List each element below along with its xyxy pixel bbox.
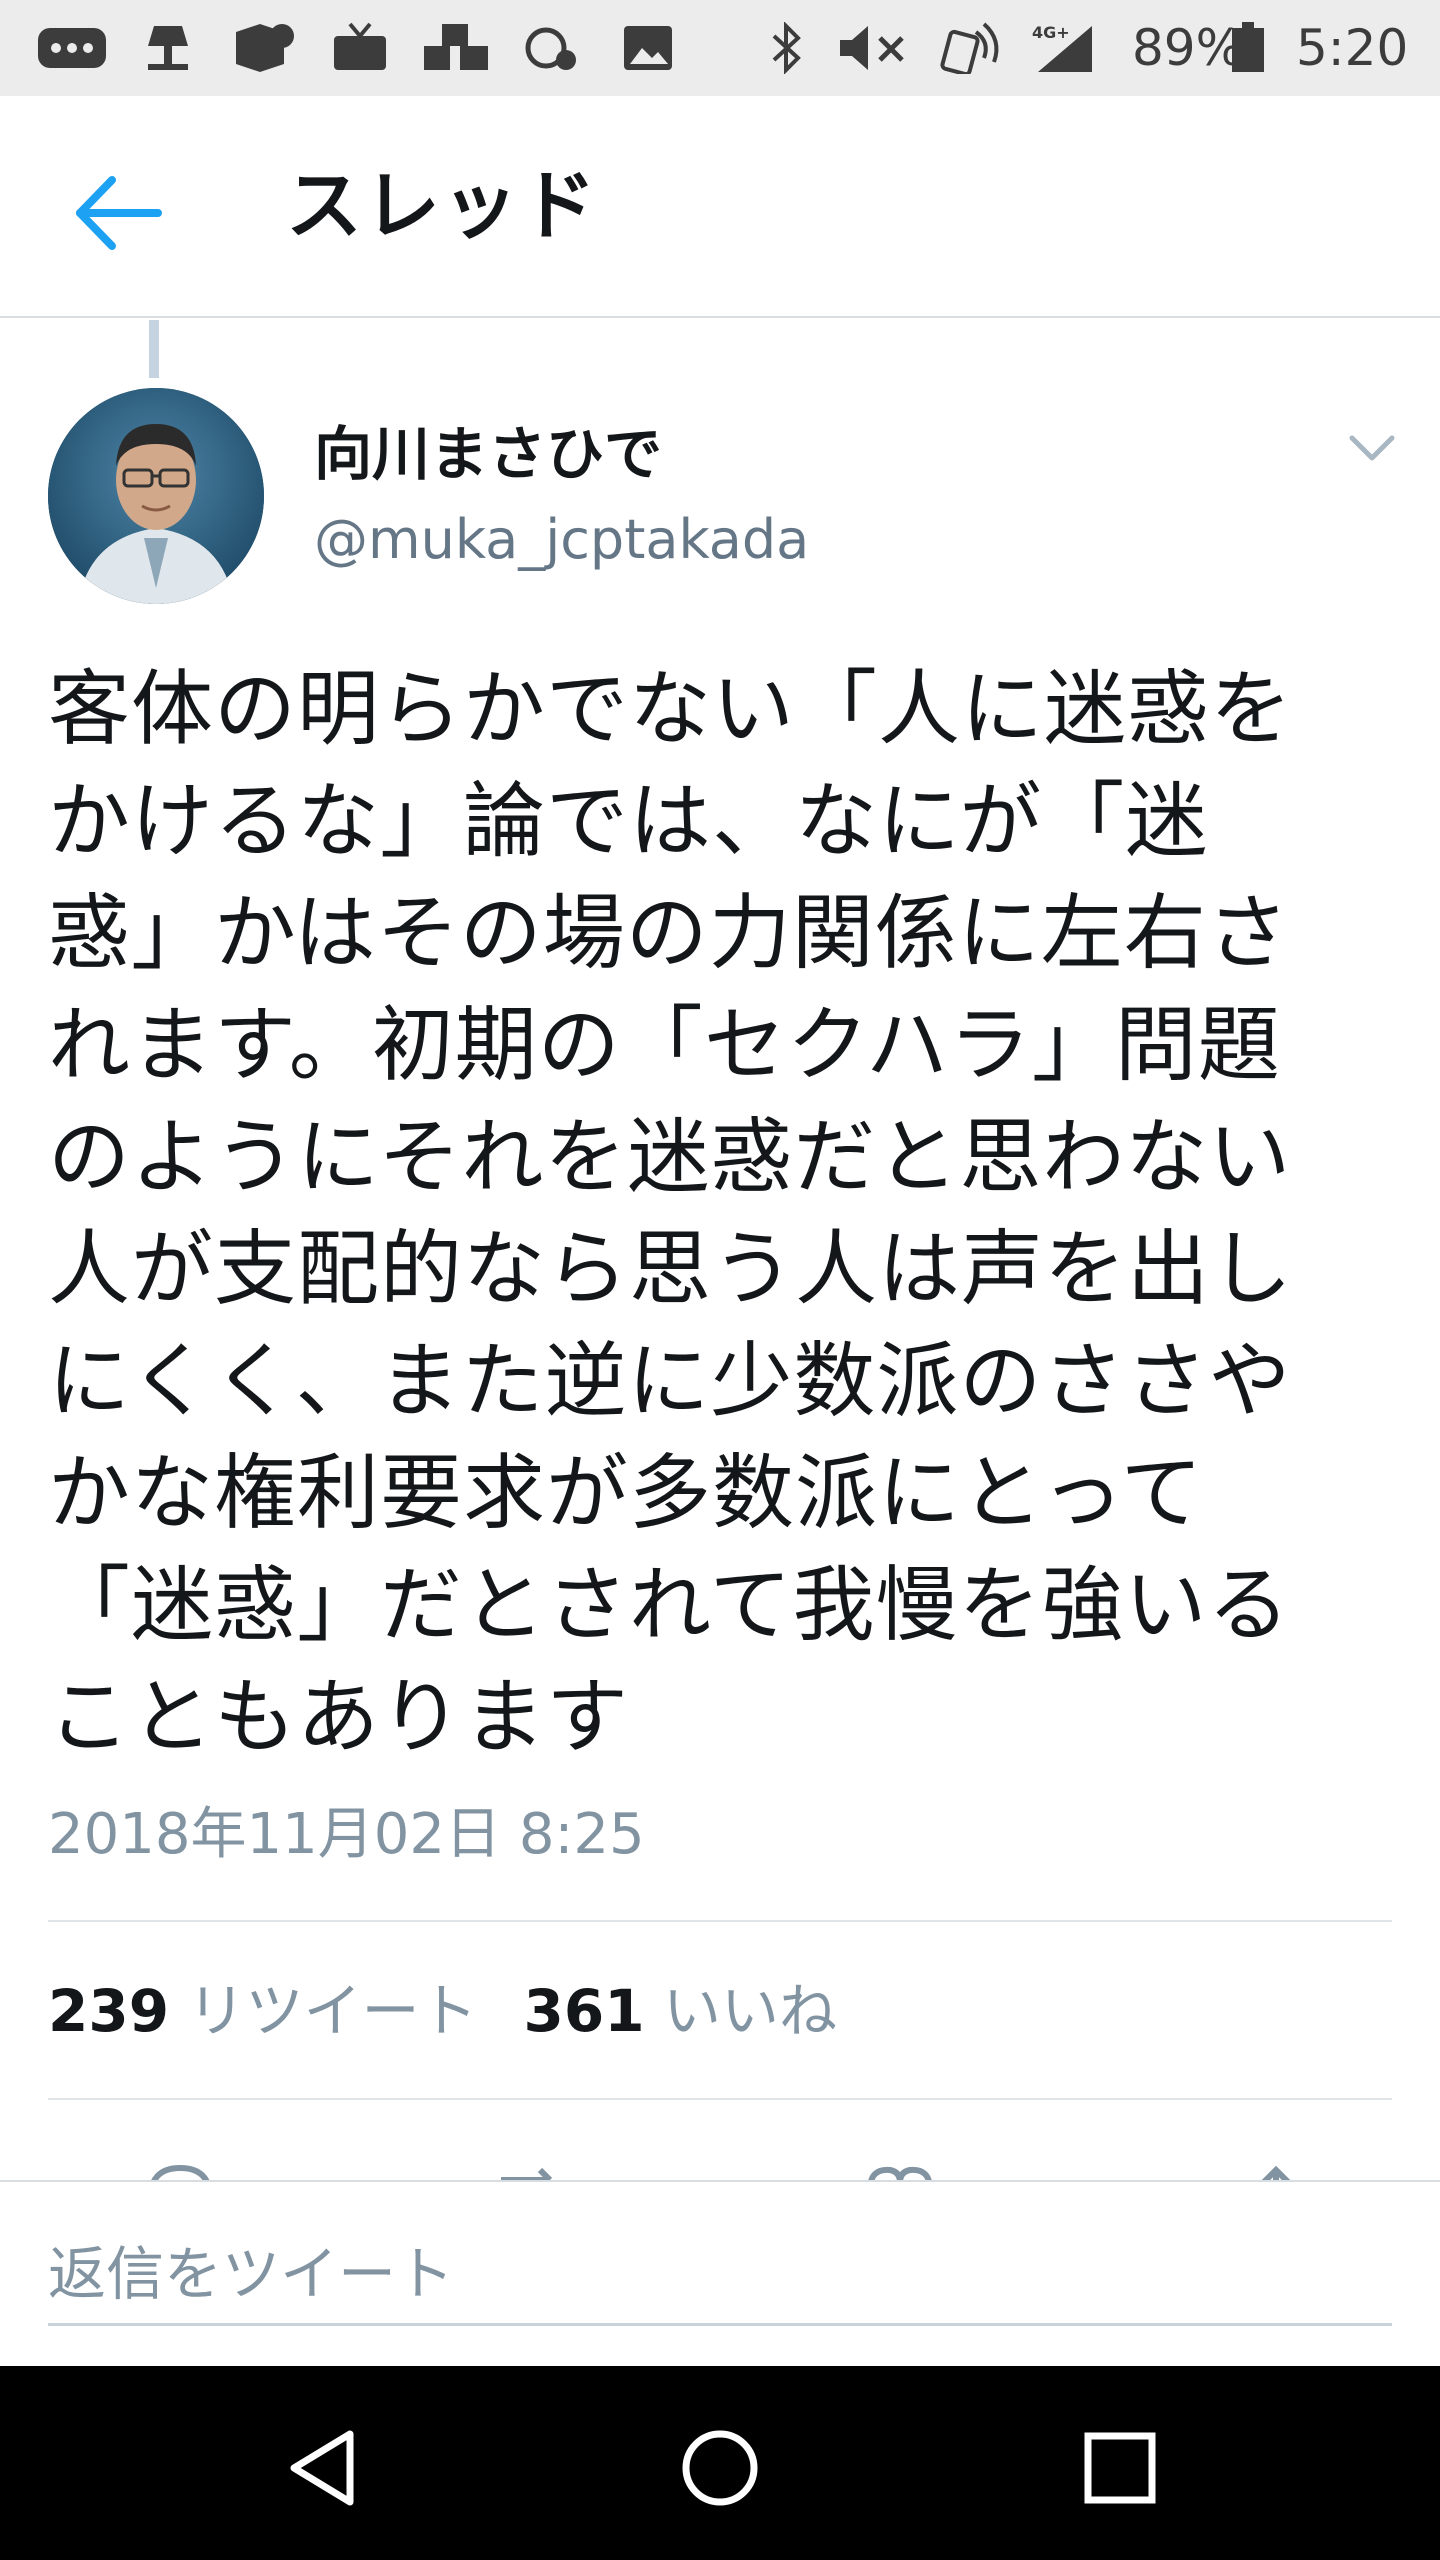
sync-settings-icon: [525, 27, 576, 70]
bluetooth-icon: [772, 22, 801, 74]
app-notification-icon: [236, 24, 294, 72]
chevron-down-icon: [1349, 435, 1395, 461]
author-handle[interactable]: @muka_jcptakada: [314, 504, 809, 576]
triangle-back-icon: [290, 2430, 354, 2506]
system-nav-bar: [0, 2366, 1440, 2560]
tweet-action-bar: [0, 2160, 1440, 2182]
nfc-phone-icon: [940, 22, 999, 74]
back-button[interactable]: [66, 168, 176, 258]
reply-bar: 返信をツイート: [0, 2180, 1440, 2366]
lamp-notification-icon: [148, 26, 188, 70]
signal-icon: 4G+: [1032, 23, 1092, 72]
circle-home-icon: [682, 2430, 758, 2506]
like-count: 361: [523, 1977, 645, 2045]
reply-input[interactable]: 返信をツイート: [48, 2226, 1392, 2326]
heart-icon[interactable]: [860, 2160, 940, 2182]
profile-photo: [48, 388, 264, 604]
thread-screen: 4G+ 89% 5:20 スレッド 向川まさひで @muka_jcptakada…: [0, 0, 1440, 2560]
nav-home-button[interactable]: [670, 2418, 770, 2518]
nav-recents-button[interactable]: [1070, 2418, 1170, 2518]
like-stat[interactable]: 361 いいね: [524, 1977, 838, 2045]
share-icon[interactable]: [1236, 2160, 1316, 2182]
tweet-menu-button[interactable]: [1344, 420, 1400, 476]
battery-icon: [1232, 22, 1264, 72]
retweet-label: リツイート: [187, 1977, 478, 2045]
app-header: スレッド: [0, 96, 1440, 318]
author-name[interactable]: 向川まさひで: [314, 416, 662, 492]
retweet-icon[interactable]: [490, 2160, 570, 2182]
retweet-count: 239: [48, 1977, 170, 2045]
page-title: スレッド: [286, 161, 598, 250]
retweet-stat[interactable]: 239 リツイート: [48, 1977, 478, 2045]
mute-icon: [840, 26, 904, 70]
status-bar: 4G+ 89% 5:20: [0, 0, 1440, 96]
square-recents-icon: [1084, 2432, 1156, 2504]
arrow-left-icon: [76, 176, 162, 250]
image-notification-icon: [624, 26, 672, 70]
tv-notification-icon: [334, 22, 386, 70]
divider: [48, 2098, 1392, 2100]
battery-percentage: 89%: [1132, 19, 1244, 77]
clock: 5:20: [1296, 19, 1409, 77]
network-type-label: 4G+: [1032, 23, 1070, 42]
nav-back-button[interactable]: [272, 2418, 372, 2518]
thread-connector-line: [149, 320, 159, 378]
tweet-text: 客体の明らかでない「人に迷惑を かけるな」論では、なにが「迷 惑」かはその場の力…: [48, 662, 1294, 1765]
messages-notification-icon: [38, 28, 106, 68]
engagement-stats: 239 リツイート 361 いいね: [48, 1974, 837, 2048]
reply-icon[interactable]: [140, 2160, 220, 2182]
divider: [48, 1920, 1392, 1922]
tweet-timestamp: 2018年11月02日 8:25: [48, 1802, 645, 1867]
like-label: いいね: [663, 1977, 838, 2045]
cubes-notification-icon: [424, 24, 488, 70]
avatar[interactable]: [48, 388, 264, 604]
